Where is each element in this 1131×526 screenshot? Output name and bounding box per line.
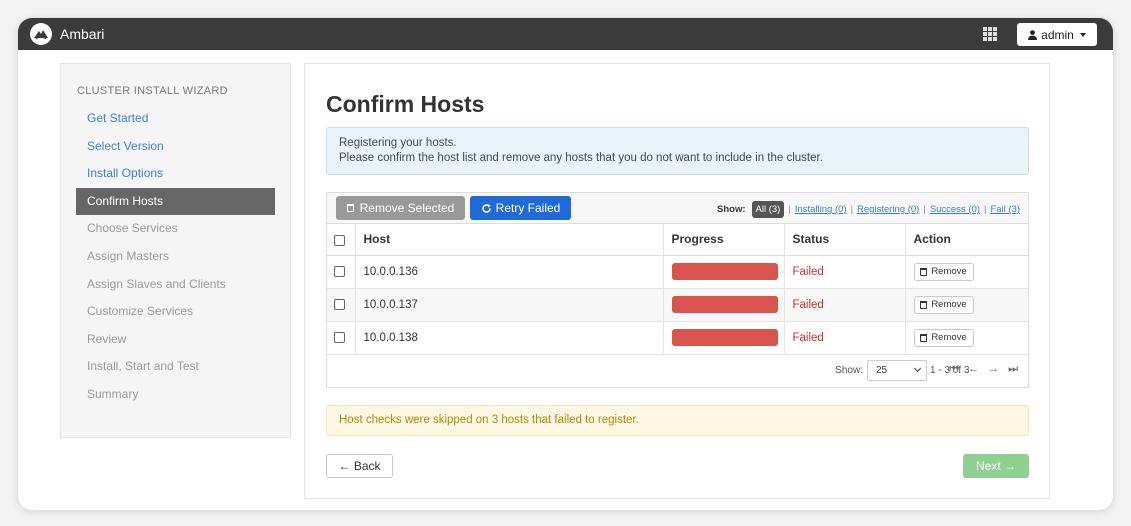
hosts-toolbar: Remove Selected Retry Failed Show: All (…	[327, 193, 1028, 224]
top-navbar: Ambari admin	[18, 18, 1113, 50]
progress-bar	[671, 263, 778, 280]
info-line-2: Please confirm the host list and remove …	[339, 152, 823, 164]
page-size-select[interactable]: 25	[867, 359, 927, 381]
col-status[interactable]: Status	[784, 224, 906, 256]
step-review: Review	[87, 331, 127, 346]
filter-installing[interactable]: Installing (0)	[795, 204, 847, 215]
trash-icon	[920, 300, 928, 309]
wizard-steps: Get Started Select Version Install Optio…	[76, 105, 275, 409]
progress-bar	[671, 329, 778, 346]
filter-fail[interactable]: Fail (3)	[990, 204, 1020, 215]
app-name[interactable]: Ambari	[60, 26, 104, 42]
remove-selected-button[interactable]: Remove Selected	[336, 196, 465, 220]
page-title: Confirm Hosts	[326, 91, 485, 117]
pagination: Show: 25 1 - 3 of 3 ⏮ ← → ⏭	[327, 355, 1028, 386]
warning-alert: Host checks were skipped on 3 hosts that…	[326, 405, 1029, 436]
remove-host-button[interactable]: Remove	[913, 262, 974, 281]
user-menu-label: admin	[1041, 27, 1074, 42]
row-checkbox[interactable]	[334, 298, 345, 310]
info-alert: Registering your hosts. Please confirm t…	[326, 127, 1029, 175]
host-name: 10.0.0.136	[355, 255, 664, 289]
hosts-table: Host Progress Status Action 10.0.0.136 F…	[327, 224, 1028, 355]
filter-all[interactable]: All (3)	[751, 201, 785, 218]
remove-host-button[interactable]: Remove	[913, 295, 974, 314]
table-row: 10.0.0.136 Failed Remove	[327, 255, 1028, 289]
user-icon	[1028, 29, 1038, 40]
host-name: 10.0.0.138	[355, 321, 664, 355]
filter-success[interactable]: Success (0)	[930, 204, 980, 215]
step-install-start-test: Install, Start and Test	[87, 359, 199, 374]
filter-show-label: Show:	[717, 204, 746, 215]
trash-icon	[920, 267, 928, 276]
sidebar-title: CLUSTER INSTALL WIZARD	[77, 85, 228, 97]
host-status[interactable]: Failed	[784, 288, 906, 322]
filter-registering[interactable]: Registering (0)	[857, 204, 919, 215]
step-summary: Summary	[87, 386, 139, 401]
table-row: 10.0.0.138 Failed Remove	[327, 321, 1028, 355]
next-page-icon[interactable]: →	[988, 363, 999, 376]
step-assign-slaves: Assign Slaves and Clients	[87, 276, 226, 291]
user-menu-button[interactable]: admin	[1017, 23, 1097, 46]
info-line-1: Registering your hosts.	[339, 137, 457, 149]
caret-down-icon	[1079, 32, 1086, 37]
progress-bar	[671, 296, 778, 313]
col-host[interactable]: Host	[355, 224, 664, 256]
back-button[interactable]: ← Back	[326, 454, 393, 478]
host-name: 10.0.0.137	[355, 288, 664, 322]
table-row: 10.0.0.137 Failed Remove	[327, 288, 1028, 322]
row-checkbox[interactable]	[334, 331, 345, 343]
retry-failed-button[interactable]: Retry Failed	[470, 196, 571, 220]
chevron-down-icon	[913, 364, 922, 372]
col-action: Action	[905, 224, 1028, 256]
trash-icon	[920, 333, 928, 342]
hosts-panel: Remove Selected Retry Failed Show: All (…	[326, 192, 1029, 388]
next-button[interactable]: Next →	[963, 454, 1029, 478]
retry-failed-label: Retry Failed	[495, 201, 561, 215]
host-filters: Show: All (3) | Installing (0) | Registe…	[717, 201, 1020, 218]
refresh-icon	[481, 203, 491, 213]
wizard-sidebar: CLUSTER INSTALL WIZARD Get Started Selec…	[60, 63, 291, 438]
step-customize-services: Customize Services	[87, 304, 194, 319]
table-header-row: Host Progress Status Action	[327, 224, 1028, 256]
col-progress[interactable]: Progress	[663, 224, 785, 256]
prev-page-icon[interactable]: ←	[968, 363, 979, 376]
trash-icon	[346, 204, 354, 212]
remove-selected-label: Remove Selected	[359, 201, 455, 215]
step-choose-services: Choose Services	[87, 221, 178, 236]
app-window: Ambari admin CLUSTER INSTALL WIZARD Get …	[18, 18, 1113, 510]
page-nav: ⏮ ← → ⏭	[949, 363, 1018, 376]
remove-host-button[interactable]: Remove	[913, 328, 974, 347]
page-size-label: Show:	[835, 364, 863, 376]
host-status[interactable]: Failed	[784, 255, 906, 289]
first-page-icon[interactable]: ⏮	[949, 363, 959, 376]
ambari-logo-icon[interactable]	[30, 23, 52, 45]
select-all-checkbox[interactable]	[334, 234, 345, 246]
step-confirm-hosts[interactable]: Confirm Hosts	[76, 187, 275, 216]
main-content: Confirm Hosts Registering your hosts. Pl…	[304, 63, 1050, 499]
step-install-options[interactable]: Install Options	[76, 160, 275, 188]
step-select-version[interactable]: Select Version	[76, 133, 275, 161]
last-page-icon[interactable]: ⏭	[1008, 363, 1018, 376]
step-get-started[interactable]: Get Started	[76, 105, 275, 133]
apps-grid-icon[interactable]	[983, 27, 997, 41]
step-assign-masters: Assign Masters	[87, 248, 170, 263]
row-checkbox[interactable]	[334, 265, 345, 277]
host-status[interactable]: Failed	[784, 321, 906, 355]
